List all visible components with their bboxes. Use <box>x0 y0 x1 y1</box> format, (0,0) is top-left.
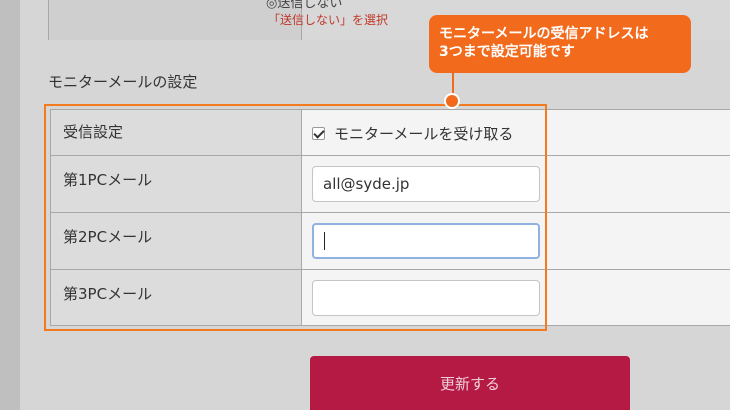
section-title: モニターメールの設定 <box>48 73 198 91</box>
receive-setting-label: 受信設定 <box>50 110 302 155</box>
callout-line-2: 3つまで設定可能です <box>439 44 575 60</box>
pc-mail-3-input[interactable] <box>312 280 540 316</box>
callout-line-1: モニターメールの受信アドレスは <box>439 26 649 42</box>
table-row: 第3PCメール <box>50 270 730 326</box>
send-none-note: 「送信しない」を選択 <box>268 13 389 27</box>
table-row: 受信設定 モニターメールを受け取る <box>50 110 730 156</box>
receive-setting-cell: モニターメールを受け取る <box>302 110 730 155</box>
checkbox-checked-icon[interactable] <box>312 127 325 140</box>
pc-mail-3-cell <box>302 270 730 325</box>
receive-monitor-mail-label[interactable]: モニターメールを受け取る <box>334 123 513 144</box>
pc-mail-1-label: 第1PCメール <box>50 156 302 212</box>
text-caret <box>324 232 325 250</box>
pc-mail-2-cell <box>302 213 730 269</box>
pc-mail-2-input[interactable] <box>312 223 540 259</box>
pc-mail-1-input[interactable] <box>312 166 540 202</box>
annotation-callout: モニターメールの受信アドレスは 3つまで設定可能です <box>429 15 691 73</box>
receive-monitor-mail-checkbox[interactable]: モニターメールを受け取る <box>312 123 513 144</box>
callout-dot-icon <box>444 93 460 109</box>
pc-mail-2-label: 第2PCメール <box>50 213 302 269</box>
pc-mail-3-label: 第3PCメール <box>50 270 302 325</box>
previous-label-cell <box>48 0 302 40</box>
monitor-mail-settings-table: 受信設定 モニターメールを受け取る 第1PCメール 第2PCメール 第3PCメー… <box>50 109 730 326</box>
table-row: 第2PCメール <box>50 213 730 270</box>
pc-mail-1-cell <box>302 156 730 212</box>
update-button[interactable]: 更新する <box>310 356 630 410</box>
table-row: 第1PCメール <box>50 156 730 213</box>
send-none-radio-label[interactable]: ◎送信しない <box>266 0 342 11</box>
